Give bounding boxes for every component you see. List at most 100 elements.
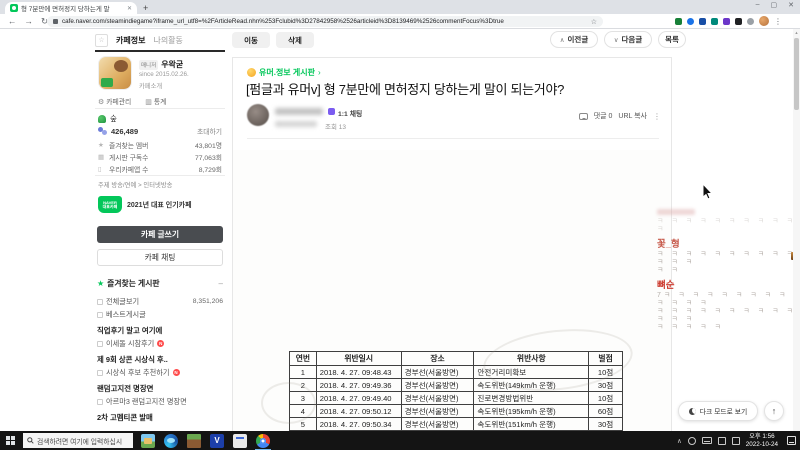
cafe-avatar[interactable]	[98, 56, 132, 90]
manager-name[interactable]: 우왁굳	[161, 59, 183, 70]
board-menu-item[interactable]: 베스트게시글 N	[97, 308, 223, 321]
board-menu-item[interactable]: 전체글보기 N 8,351,206	[97, 295, 223, 308]
cafe-manage-link[interactable]: ⚙ 카페관리	[98, 96, 131, 106]
board-label[interactable]: 시상식 후보 추천하기	[106, 368, 170, 378]
board-menu-item[interactable]: 이세돌 시참후기 N	[97, 337, 223, 350]
manager-badge: 매니저	[139, 59, 159, 70]
game-app-icon[interactable]	[141, 433, 155, 448]
window-minimize-button[interactable]: –	[756, 1, 760, 9]
board-menu-item[interactable]: 제 9회 상콘 시상식 후.. N	[97, 350, 223, 366]
invite-link[interactable]: 초대하기	[197, 126, 222, 136]
cell-violation: 속도위반(151km/h 운행)	[473, 417, 590, 431]
favorite-cafe-icon[interactable]: ☆	[95, 33, 108, 47]
divider	[247, 138, 659, 139]
move-button[interactable]: 이동	[232, 32, 270, 48]
extension-icon[interactable]	[723, 17, 730, 25]
dark-mode-button[interactable]: 다크 모드로 보기	[678, 401, 758, 421]
tab-cafe-info[interactable]: 카페정보	[116, 35, 145, 46]
scrollbar-thumb[interactable]	[794, 38, 799, 110]
minecraft-app-icon[interactable]	[187, 433, 201, 448]
board-label[interactable]: 2차 고멤티콘 발매	[97, 412, 153, 423]
board-menu-item[interactable]: 2차 고멤티콘 발매 N	[97, 408, 223, 424]
divider	[95, 108, 225, 109]
chat-text: ㅋ ㅋ ㅋ ㅋ ㅋ ㅋ ㅋ ㅋ ㅋ ㅋ ㅋ ㅋ ㅋ ㅋ ㅋ	[657, 251, 793, 274]
tab-my-activity[interactable]: 나의활동	[153, 35, 182, 46]
taskbar-clock[interactable]: 오후 1:56 2022-10-24	[746, 433, 778, 449]
url-copy-button[interactable]: URL 복사	[618, 111, 647, 121]
tab-close-icon[interactable]: ✕	[127, 5, 132, 12]
chevron-down-icon: ∨	[613, 36, 619, 44]
tab-title: 형 7분만에 면허정지 당하는게 말	[21, 6, 110, 13]
site-info-icon[interactable]	[53, 19, 58, 24]
board-menu-item[interactable]: 시상식 후보 추천하기 N	[97, 366, 223, 379]
ime-indicator-icon[interactable]	[731, 436, 740, 445]
taskbar-search-text: 검색하려면 여기에 입력하십시	[37, 438, 123, 446]
extension-icon[interactable]	[747, 17, 754, 25]
extension-icon[interactable]	[675, 17, 682, 25]
cell-datetime: 2018. 4. 27. 09:49.36	[315, 378, 402, 392]
extension-icon[interactable]	[699, 17, 706, 25]
scrollbar-up-icon[interactable]: ▲	[793, 30, 800, 35]
bookmark-icon[interactable]: ☆	[591, 18, 597, 26]
window-close-button[interactable]: ✕	[788, 1, 794, 9]
back-icon[interactable]: ←	[8, 16, 17, 26]
new-tab-button[interactable]: +	[143, 3, 148, 13]
board-label[interactable]: 전체글보기	[106, 297, 139, 307]
board-label[interactable]: 베스트게시글	[106, 310, 146, 320]
author-avatar[interactable]	[247, 104, 269, 126]
scroll-to-top-button[interactable]: ↑	[764, 401, 784, 421]
col-no: 연번	[289, 351, 317, 366]
prev-post-button[interactable]: ∧ 이전글	[550, 31, 598, 48]
start-button[interactable]	[6, 435, 16, 446]
chat-message: 뼈순 7ㅋ ㅋ ㅋ ㅋ ㅋ ㅋ ㅋ ㅋ ㅋ ㅋ ㅋ ㅋ ㅋ ㅋ ㅋ ㅋ ㅋ ㅋ …	[657, 280, 797, 332]
delete-button[interactable]: 삭제	[276, 32, 314, 48]
member-count: 426,489	[111, 126, 139, 136]
url-text[interactable]: cafe.naver.com/steamindiegame?iframe_url…	[62, 18, 587, 25]
extension-icon[interactable]	[735, 17, 742, 25]
screen: 형 7분만에 면허정지 당하는게 말 ✕ + – ▢ ✕ ← → ↻ cafe.…	[0, 0, 800, 450]
chrome-app-icon[interactable]	[255, 433, 271, 450]
comment-count[interactable]: 댓글 0	[594, 111, 613, 121]
chat-overlay: ㅋ ㅋ ㅋ ㅋ ㅋ ㅋ ㅋ ㅋ ㅋ ㅋ ㅋ 꽃_형 ㅋ ㅋ ㅋ ㅋ ㅋ ㅋ ㅋ …	[657, 209, 799, 337]
board-label[interactable]: 랜덤고지전 명장면	[97, 383, 153, 394]
collapse-icon[interactable]: –	[219, 279, 223, 288]
board-label[interactable]: 제 9회 상콘 시상식 후..	[97, 354, 168, 365]
browser-menu-icon[interactable]: ⋮	[774, 17, 782, 26]
cell-points: 30점	[588, 417, 623, 431]
extension-icon[interactable]	[687, 17, 694, 25]
tray-expand-icon[interactable]: ∧	[677, 437, 682, 445]
board-menu-item[interactable]: 랜덤고지전 명장면 N	[97, 379, 223, 395]
board-menu-item[interactable]: 아르마3 랜덤고지전 명장면 N	[97, 395, 223, 408]
v-app-icon[interactable]: V	[210, 433, 224, 448]
board-label[interactable]: 직업후기 말고 여기에	[97, 325, 162, 336]
board-label[interactable]: 이세돌 시참후기	[106, 339, 154, 349]
edge-app-icon[interactable]	[164, 433, 178, 448]
next-post-button[interactable]: ∨ 다음글	[604, 31, 652, 48]
keyboard-icon[interactable]	[701, 437, 712, 444]
forward-icon[interactable]: →	[25, 16, 34, 26]
table-row: 3 2018. 4. 27. 09:49.40 경부선(서울방면) 진로변경방법…	[289, 391, 623, 405]
extension-icon[interactable]	[711, 17, 718, 25]
tray-settings-icon[interactable]	[717, 436, 726, 445]
address-bar[interactable]: cafe.naver.com/steamindiegame?iframe_url…	[47, 16, 603, 27]
action-center-icon[interactable]	[787, 436, 796, 445]
cell-place: 경부선(서울방면)	[400, 378, 475, 392]
naver-cafe-favicon	[10, 4, 18, 12]
tray-status-icon[interactable]	[687, 436, 696, 445]
page-scrollbar[interactable]: ▲	[793, 29, 800, 431]
cafe-intro-link[interactable]: 카페소개	[139, 81, 162, 90]
board-label[interactable]: 아르마3 랜덤고지전 명장면	[106, 397, 187, 407]
list-button[interactable]: 목록	[658, 31, 686, 48]
browser-profile-avatar[interactable]	[759, 16, 769, 26]
board-menu-item[interactable]: 직업후기 말고 여기에 N	[97, 321, 223, 337]
cafe-stats-link[interactable]: ▥ 통계	[145, 96, 166, 106]
post-menu-icon[interactable]: ⋮	[653, 112, 661, 121]
browser-tab[interactable]: 형 7분만에 면허정지 당하는게 말 ✕	[5, 2, 137, 14]
documents-app-icon[interactable]	[233, 433, 247, 448]
board-link[interactable]: 유머.정보 게시판	[259, 67, 315, 78]
one-to-one-chat-link[interactable]: 1:1 채팅	[338, 108, 362, 118]
window-maximize-button[interactable]: ▢	[771, 1, 778, 9]
taskbar-search-box[interactable]: 검색하려면 여기에 입력하십시	[23, 433, 133, 448]
cafe-write-button[interactable]: 카페 글쓰기	[97, 226, 223, 243]
cafe-chat-button[interactable]: 카페 채팅	[97, 249, 223, 266]
